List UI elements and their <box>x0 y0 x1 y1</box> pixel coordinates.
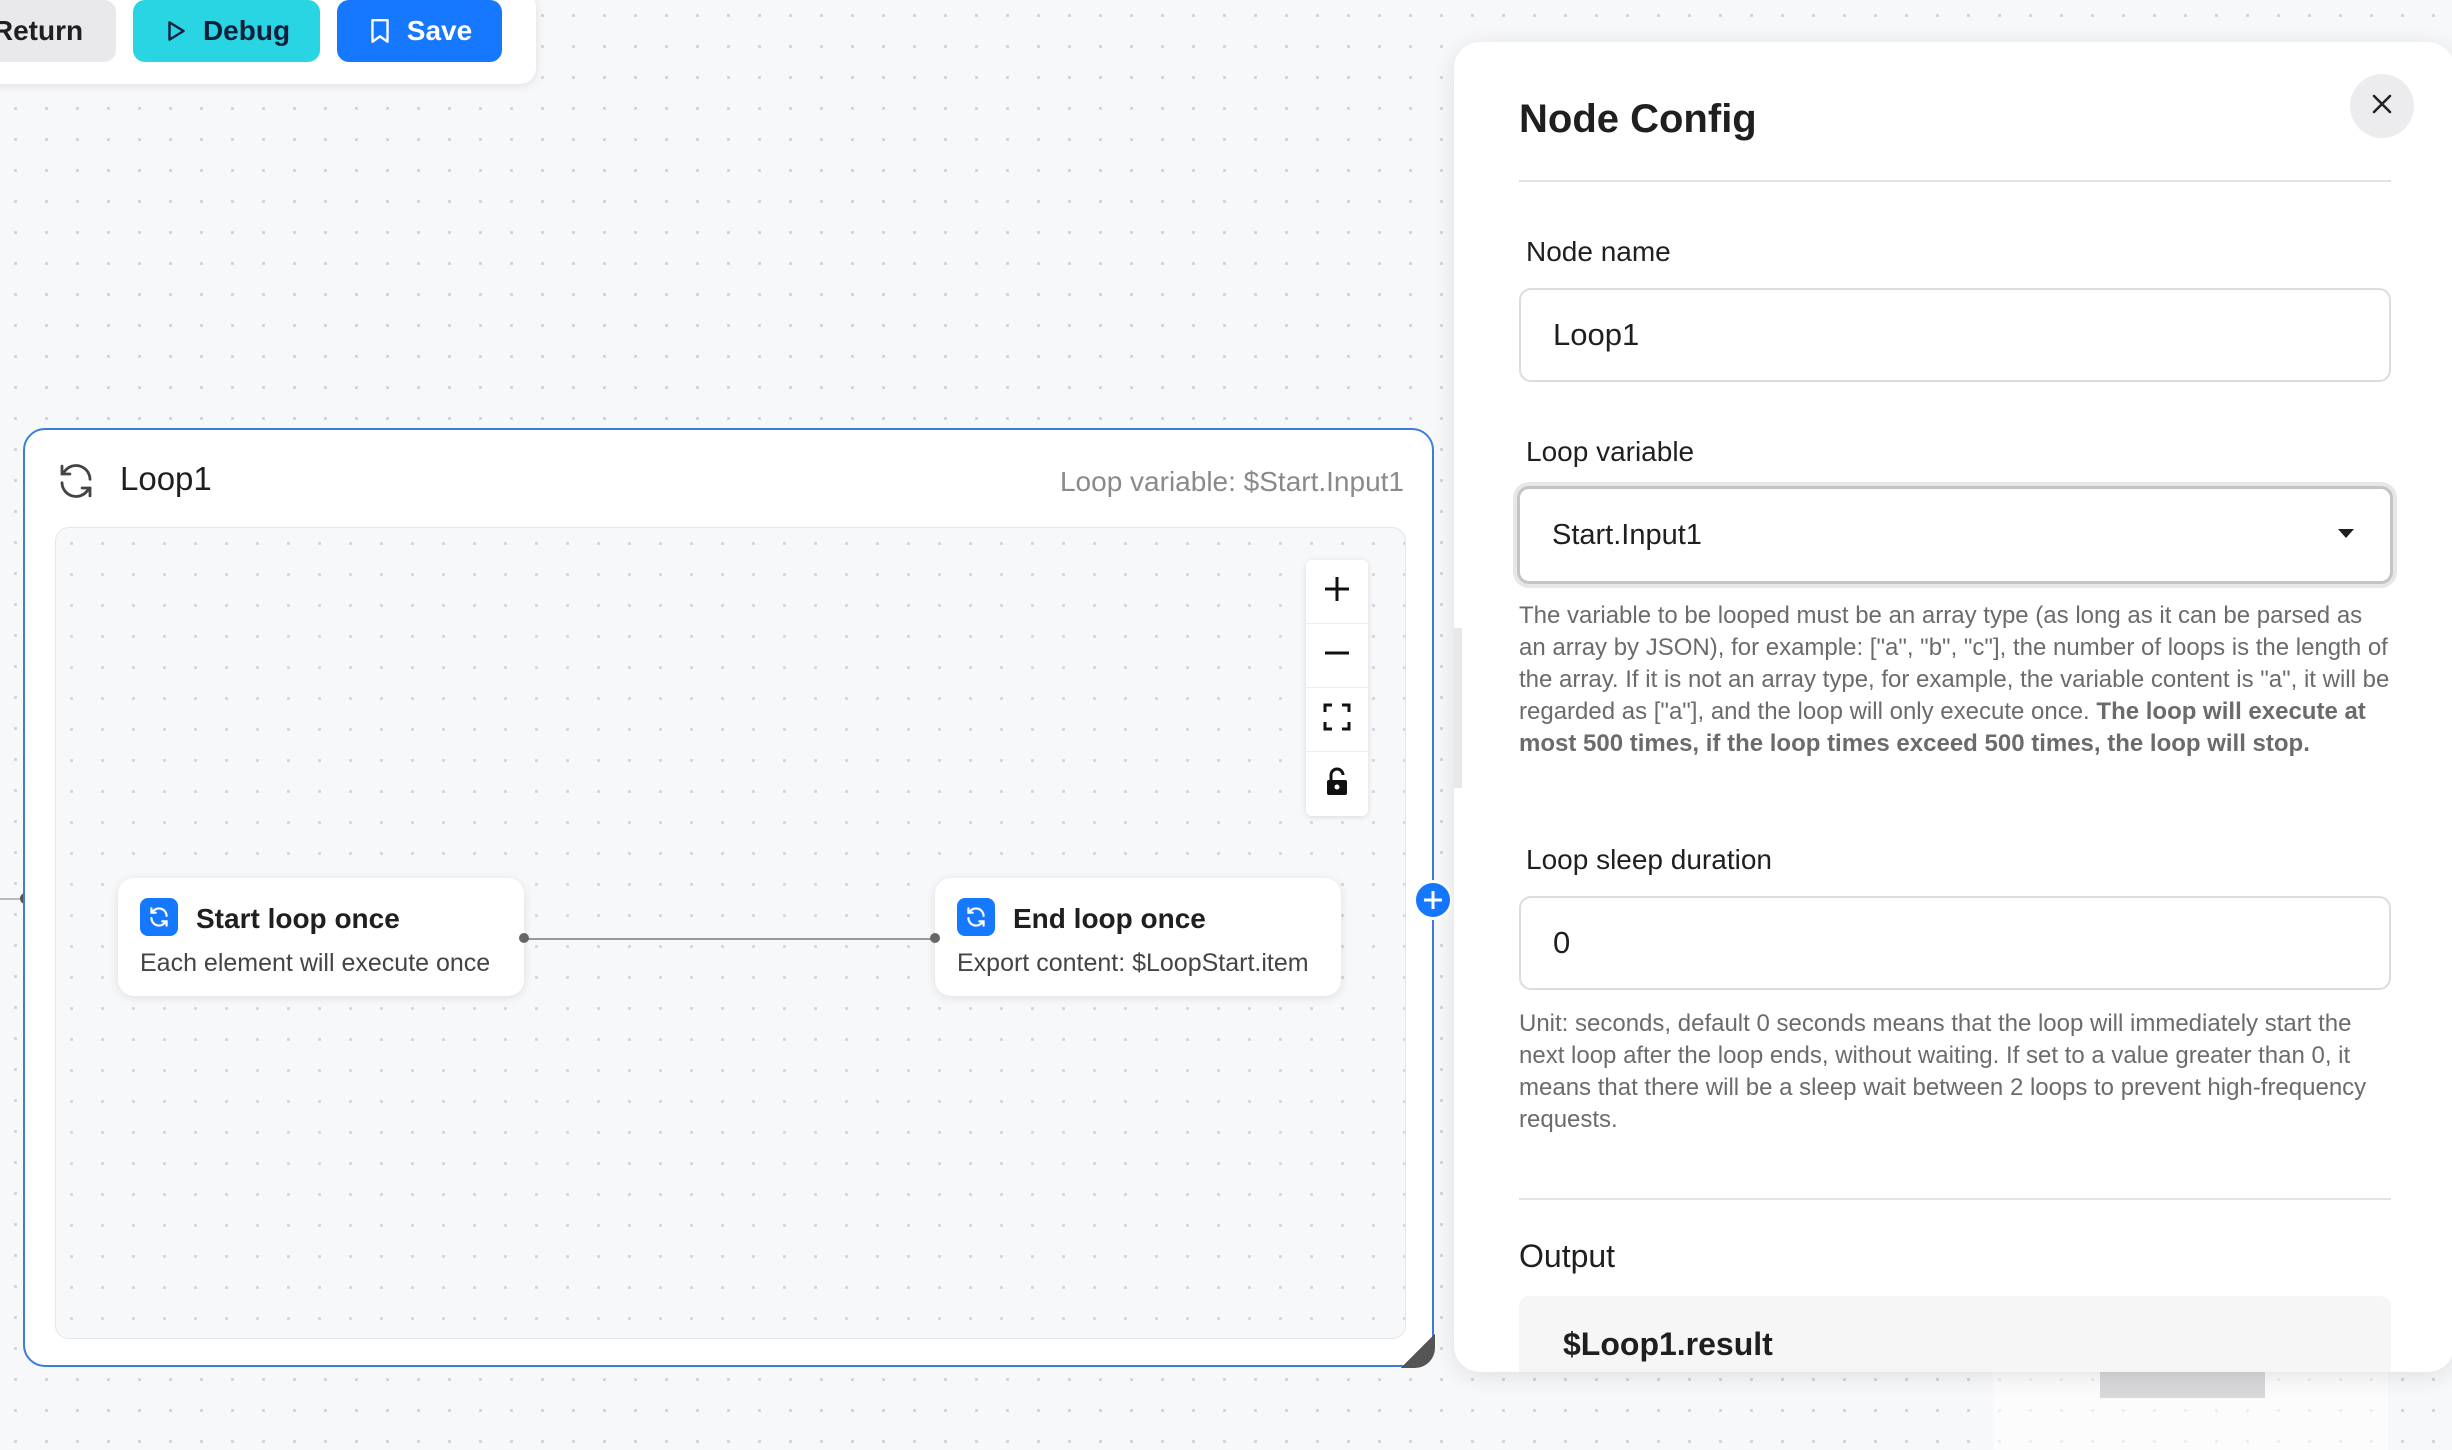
play-icon <box>163 18 189 44</box>
loop-variable-help: The variable to be looped must be an arr… <box>1519 600 2391 760</box>
return-button[interactable]: Return <box>0 0 116 62</box>
end-node-description: Export content: $LoopStart.item <box>957 949 1309 977</box>
close-icon <box>2369 91 2395 122</box>
toolbar: Return Debug Save <box>0 0 536 84</box>
save-button[interactable]: Save <box>337 0 502 62</box>
loop-sleep-label: Loop sleep duration <box>1526 844 1772 875</box>
output-item: $Loop1.result <box>1519 1296 2391 1372</box>
background-bar <box>2100 1372 2265 1398</box>
start-node-description: Each element will execute once <box>140 949 491 977</box>
debug-button-label: Debug <box>202 15 291 46</box>
loop-node-icon <box>140 898 178 936</box>
save-button-label: Save <box>406 15 473 46</box>
loop-sleep-input[interactable]: 0 <box>1519 896 2391 990</box>
fit-view-button[interactable] <box>1306 688 1368 752</box>
bookmark-icon <box>367 17 393 45</box>
return-button-label: Return <box>0 15 84 46</box>
end-loop-node[interactable]: End loop once Export content: $LoopStart… <box>930 878 1341 996</box>
zoom-out-button[interactable] <box>1306 624 1368 688</box>
incoming-edge <box>0 898 20 900</box>
loop-variable-label: Loop variable <box>1526 436 1695 467</box>
add-node-button[interactable] <box>1413 880 1453 920</box>
loop-group-title: Loop1 <box>120 460 212 497</box>
loop-node-icon <box>957 898 995 936</box>
divider <box>1519 180 2391 182</box>
loop-icon <box>55 460 97 502</box>
loop-variable-select[interactable]: Start.Input1 <box>1517 486 2393 584</box>
plus-icon <box>1422 883 1444 917</box>
node-config-panel: Node Config Node name Loop1 Loop variabl… <box>1454 42 2452 1372</box>
connection-edge[interactable] <box>524 938 935 940</box>
loop-sleep-help: Unit: seconds, default 0 seconds means t… <box>1519 1010 2367 1133</box>
caret-down-icon <box>2338 529 2354 538</box>
panel-scrollbar[interactable] <box>1454 628 1462 788</box>
start-loop-node[interactable]: Start loop once Each element will execut… <box>118 878 529 996</box>
panel-title: Node Config <box>1519 97 1757 141</box>
resize-handle[interactable] <box>1401 1334 1435 1368</box>
output-handle[interactable] <box>519 933 529 943</box>
plus-icon <box>1322 574 1352 609</box>
zoom-controls <box>1306 560 1368 816</box>
output-title: Output <box>1519 1238 1616 1274</box>
debug-button[interactable]: Debug <box>133 0 320 62</box>
unlock-icon <box>1323 767 1351 802</box>
loop-variable-value: Start.Input1 <box>1552 518 1702 551</box>
end-node-title: End loop once <box>1013 903 1206 934</box>
node-name-input[interactable]: Loop1 <box>1519 288 2391 382</box>
start-node-title: Start loop once <box>196 903 400 934</box>
lock-button[interactable] <box>1306 752 1368 816</box>
loop-variable-hint: Loop variable: $Start.Input1 <box>1059 466 1404 497</box>
input-handle[interactable] <box>930 933 940 943</box>
divider <box>1519 1198 2391 1200</box>
minus-icon <box>1322 638 1352 673</box>
zoom-in-button[interactable] <box>1306 560 1368 624</box>
node-name-label: Node name <box>1526 236 1671 267</box>
output-variable: $Loop1.result <box>1563 1326 1773 1362</box>
close-panel-button[interactable] <box>2350 74 2414 138</box>
fullscreen-icon <box>1322 702 1352 737</box>
